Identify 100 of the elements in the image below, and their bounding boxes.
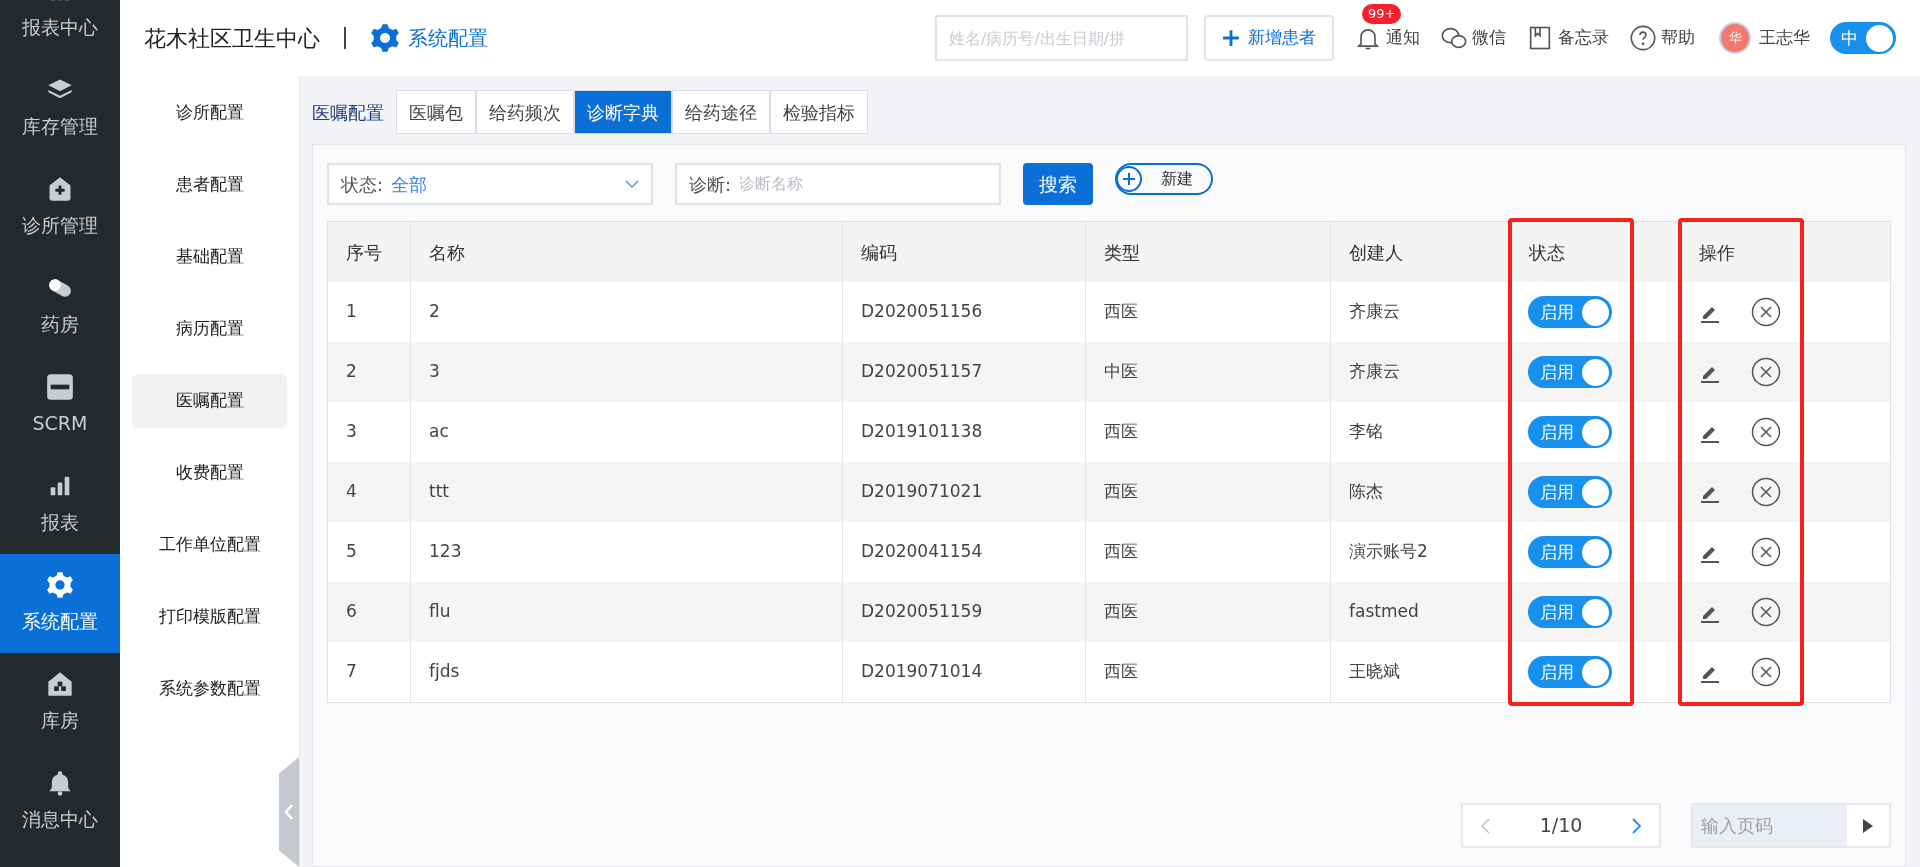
table-cell-text: 齐康云 [1349,360,1400,384]
table-cell-text: 1 [346,300,357,324]
clinic-name: 花木社区卫生中心 [144,24,320,53]
config-menu-item[interactable]: 诊所配置 [132,86,287,140]
nav-item[interactable]: 诊所管理 [0,158,120,257]
config-menu-item[interactable]: 病历配置 [132,302,287,356]
table-cell-text: 西医 [1104,540,1138,564]
table-cell-text: 陈杰 [1349,480,1383,504]
plus-icon [1222,29,1240,47]
table-cell-text: 西医 [1104,660,1138,684]
column-header: 操作 [1680,222,1890,282]
table-cell-text: D2020051157 [861,360,983,384]
table-cell-text: fjds [429,660,460,684]
column-header: 序号 [328,222,410,282]
table-cell-text: D2020041154 [861,540,983,564]
help-icon [1629,24,1657,52]
new-button[interactable]: 新建 [1115,163,1213,195]
table-cell-text: 5 [346,540,357,564]
table-cell-text: ttt [429,480,449,504]
table-cell-text: flu [429,600,451,624]
tab[interactable]: 检验指标 [770,90,868,134]
table-cell-text: 2 [346,360,357,384]
config-menu-item[interactable]: 系统参数配置 [132,662,287,716]
table-cell-text: 西医 [1104,300,1138,324]
table-cell-text: 123 [429,540,462,564]
tab-group-label: 医嘱配置 [312,100,384,125]
nav-item[interactable]: 消息中心 [0,752,120,851]
plus-circle-icon [1115,165,1143,193]
table-cell-text: 2 [429,300,440,324]
status-select[interactable]: 状态: 全部 [327,163,653,205]
config-menu-item[interactable]: 收费配置 [132,446,287,500]
settings-icon [370,23,400,53]
table-cell-text: D2019071021 [861,480,983,504]
table-cell-text: 齐康云 [1349,300,1400,324]
config-menu-item[interactable]: 医嘱配置 [132,374,287,428]
chevron-down-icon [625,179,639,189]
nav-item[interactable]: 报表中心 [0,0,120,59]
settings-icon [46,571,74,600]
table-cell-text: 西医 [1104,420,1138,444]
chevron-left-icon [283,803,295,821]
delete-icon[interactable] [1751,537,1781,567]
tab[interactable]: 诊断字典 [574,90,672,134]
nav-item[interactable]: 系统配置 [0,554,120,653]
column-header: 类型 [1085,222,1330,282]
column-header: 编码 [842,222,1085,282]
search-button[interactable]: 搜索 [1023,163,1093,205]
delete-icon[interactable] [1751,477,1781,507]
table-cell-text: 3 [346,420,357,444]
table-cell-text: 6 [346,600,357,624]
delete-icon[interactable] [1751,417,1781,447]
nav-item[interactable]: 报表 [0,455,120,554]
notification-badge: 99+ [1362,4,1402,24]
nav-item[interactable]: SCRM [0,356,120,455]
config-menu-item[interactable]: 工作单位配置 [132,518,287,572]
delete-icon[interactable] [1751,357,1781,387]
table-cell-text: D2019071014 [861,660,983,684]
table-cell-text: 4 [346,480,357,504]
column-header: 名称 [410,222,842,282]
tab[interactable]: 给药频次 [476,90,574,134]
page-indicator: 1/10 [1539,813,1583,839]
table-cell-text: 7 [346,660,357,684]
chevron-right-icon[interactable] [1631,816,1643,835]
table-cell-text: 3 [429,360,440,384]
warehouse-icon [46,670,74,699]
tab[interactable]: 医嘱包 [396,90,476,134]
filter-label: 诊断: [689,172,732,197]
table-cell-text: D2020051156 [861,300,983,324]
table-cell-text: D2019101138 [861,420,983,444]
table-cell-text: 李铭 [1349,420,1383,444]
nav-item[interactable]: 库存管理 [0,59,120,158]
tab[interactable]: 给药途径 [672,90,770,134]
config-menu-item[interactable]: 基础配置 [132,230,287,284]
table-cell-text: 王晓斌 [1349,660,1400,684]
column-header: 状态 [1510,222,1680,282]
diagnosis-search-field[interactable]: 诊断名称 [739,172,987,196]
config-menu-item[interactable]: 打印模版配置 [132,590,287,644]
new-patient-button[interactable]: 新增患者 [1204,15,1334,61]
section-title: 系统配置 [408,25,488,52]
house-plus-icon [46,175,74,204]
table-cell-text: D2020051159 [861,600,983,624]
table-cell-text: 中医 [1104,360,1138,384]
toolbar-button[interactable]: 帮助 [1629,24,1695,52]
table-cell-text: 西医 [1104,600,1138,624]
table-cell-text: fastmed [1349,600,1419,624]
delete-icon[interactable] [1751,657,1781,687]
user-name: 王志华 [1759,26,1810,50]
toolbar-button[interactable]: 微信 [1440,24,1506,52]
table-cell-text: 西医 [1104,480,1138,504]
collapse-handle[interactable] [279,757,299,867]
nav-item[interactable]: 库房 [0,653,120,752]
column-header: 创建人 [1330,222,1510,282]
toolbar-button[interactable]: 通知 [1354,24,1420,52]
nav-item[interactable]: 药房 [0,257,120,356]
toolbar-button[interactable]: 备忘录 [1526,24,1609,52]
delete-icon[interactable] [1751,597,1781,627]
delete-icon[interactable] [1751,297,1781,327]
table-cell-text: ac [429,420,449,444]
table-cell-text: 演示账号2 [1349,540,1428,564]
diagnosis-filter-field[interactable]: 诊断: 诊断名称 [675,163,1001,205]
config-menu-item[interactable]: 患者配置 [132,158,287,212]
